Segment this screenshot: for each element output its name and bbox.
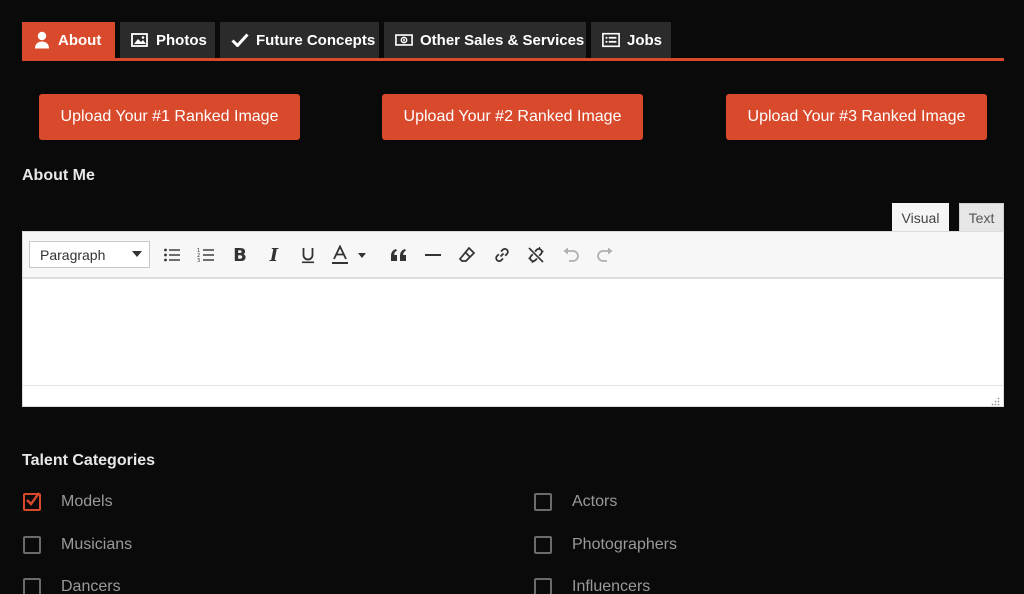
category-label: Musicians bbox=[61, 536, 133, 553]
talent-categories-heading: Talent Categories bbox=[22, 452, 156, 469]
photos-icon bbox=[131, 31, 149, 49]
checkbox[interactable] bbox=[534, 536, 552, 554]
unlink-icon[interactable] bbox=[524, 243, 548, 267]
editor-statusbar bbox=[23, 385, 1003, 406]
tab-label: Jobs bbox=[627, 31, 663, 49]
category-label: Models bbox=[61, 493, 113, 510]
numbered-list-icon[interactable]: 123 bbox=[194, 243, 218, 267]
category-dancers[interactable]: Dancers bbox=[23, 578, 121, 594]
tab-label: About bbox=[58, 31, 102, 49]
list-icon bbox=[602, 31, 620, 49]
editor-tab-visual[interactable]: Visual bbox=[892, 203, 949, 232]
tab-photos[interactable]: Photos bbox=[120, 22, 215, 58]
checkbox[interactable] bbox=[23, 536, 41, 554]
tab-about[interactable]: About bbox=[22, 22, 115, 58]
category-models[interactable]: Models bbox=[23, 492, 113, 511]
undo-icon[interactable] bbox=[559, 243, 583, 267]
category-photographers[interactable]: Photographers bbox=[534, 536, 677, 554]
checkbox[interactable] bbox=[534, 493, 552, 511]
resize-handle-icon[interactable] bbox=[990, 393, 1000, 406]
tab-label: Future Concepts bbox=[256, 31, 376, 49]
checkbox[interactable] bbox=[23, 578, 41, 594]
tab-other-sales-services[interactable]: Other Sales & Services bbox=[384, 22, 586, 58]
format-select[interactable]: Paragraph bbox=[29, 241, 150, 268]
category-label: Photographers bbox=[572, 536, 677, 553]
editor-content-area[interactable] bbox=[23, 279, 1003, 385]
user-icon bbox=[33, 31, 51, 49]
checkmark-icon bbox=[26, 492, 40, 506]
upload-image-3-button[interactable]: Upload Your #3 Ranked Image bbox=[726, 94, 987, 140]
text-color-icon[interactable] bbox=[330, 243, 370, 267]
profile-page: About Photos Future Concepts Other Sales… bbox=[0, 0, 1024, 594]
svg-text:3: 3 bbox=[197, 258, 200, 263]
underline-icon[interactable] bbox=[296, 243, 320, 267]
category-label: Actors bbox=[572, 493, 618, 510]
editor-tab-text[interactable]: Text bbox=[959, 203, 1004, 232]
horizontal-line-icon[interactable] bbox=[421, 243, 445, 267]
category-actors[interactable]: Actors bbox=[534, 493, 617, 511]
upload-image-1-button[interactable]: Upload Your #1 Ranked Image bbox=[39, 94, 300, 140]
about-me-editor: Paragraph 123 B I bbox=[22, 231, 1004, 407]
money-icon bbox=[395, 31, 413, 49]
checkbox[interactable] bbox=[23, 492, 41, 511]
bullet-list-icon[interactable] bbox=[160, 243, 184, 267]
redo-icon[interactable] bbox=[593, 243, 617, 267]
tab-future-concepts[interactable]: Future Concepts bbox=[220, 22, 379, 58]
italic-icon[interactable]: I bbox=[262, 243, 286, 267]
category-label: Dancers bbox=[61, 578, 121, 594]
bold-icon[interactable]: B bbox=[228, 243, 252, 267]
link-icon[interactable] bbox=[490, 243, 514, 267]
tab-label: Other Sales & Services bbox=[420, 31, 585, 49]
checkmark-icon bbox=[231, 31, 249, 49]
category-label: Influencers bbox=[572, 578, 651, 594]
format-select-value: Paragraph bbox=[40, 246, 106, 263]
checkbox[interactable] bbox=[534, 578, 552, 594]
tab-label: Photos bbox=[156, 31, 207, 49]
upload-image-2-button[interactable]: Upload Your #2 Ranked Image bbox=[382, 94, 643, 140]
category-influencers[interactable]: Influencers bbox=[534, 578, 650, 594]
category-musicians[interactable]: Musicians bbox=[23, 536, 132, 554]
editor-toolbar: Paragraph 123 B I bbox=[23, 232, 1003, 279]
eraser-icon[interactable] bbox=[455, 243, 479, 267]
blockquote-icon[interactable] bbox=[387, 243, 411, 267]
tab-jobs[interactable]: Jobs bbox=[591, 22, 671, 58]
profile-tabs: About Photos Future Concepts Other Sales… bbox=[22, 21, 1004, 61]
about-me-heading: About Me bbox=[22, 167, 95, 184]
chevron-down-icon bbox=[132, 251, 142, 257]
